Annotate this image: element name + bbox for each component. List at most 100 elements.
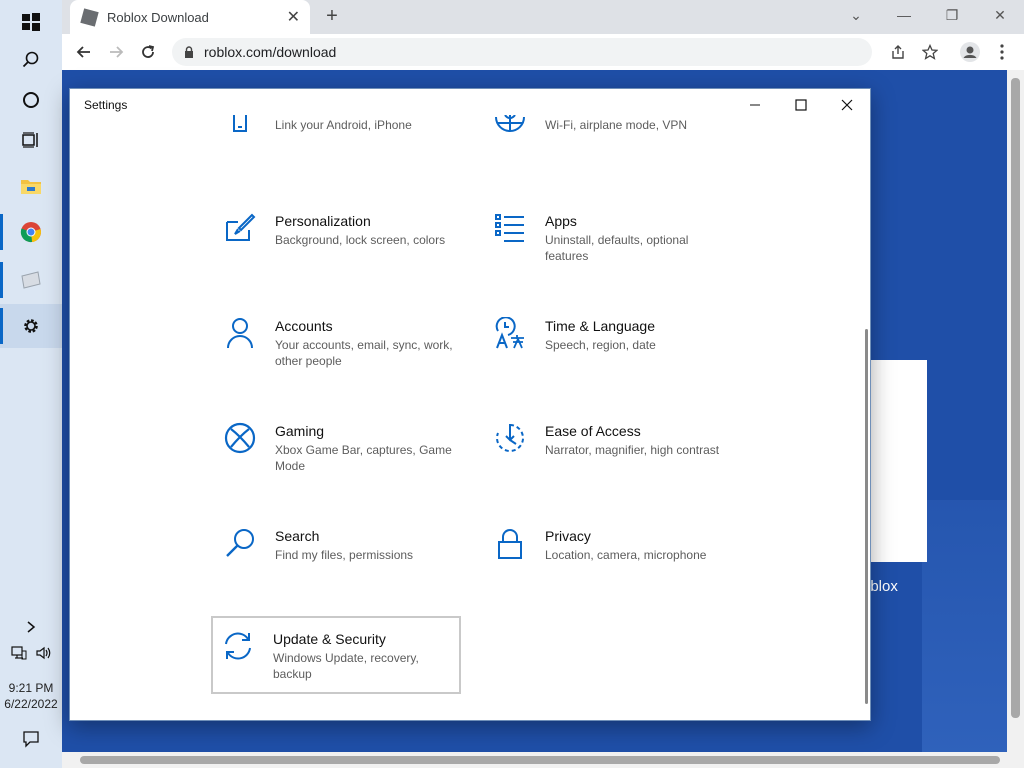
settings-item-privacy[interactable]: Privacy Location, camera, microphone <box>485 527 735 563</box>
globe-icon <box>495 115 525 132</box>
clock-time: 9:21 PM <box>8 681 54 695</box>
settings-button[interactable] <box>0 304 62 348</box>
settings-item-name: Time & Language <box>545 318 655 334</box>
settings-item-desc: Find my files, permissions <box>275 548 414 562</box>
notification-icon <box>23 731 39 748</box>
task-view-icon <box>22 132 38 148</box>
forward-arrow-icon <box>110 46 124 58</box>
network-icon[interactable] <box>11 645 27 661</box>
background-image <box>922 500 1007 752</box>
show-hidden-icons-button[interactable] <box>0 620 62 634</box>
share-button[interactable] <box>886 40 910 64</box>
action-center-button[interactable] <box>0 730 62 748</box>
settings-close-button[interactable] <box>824 89 870 121</box>
new-tab-button[interactable]: + <box>320 5 344 28</box>
cortana-button[interactable] <box>0 78 62 122</box>
settings-item-desc: Wi-Fi, airplane mode, VPN <box>545 118 688 132</box>
lock-icon[interactable] <box>184 46 194 58</box>
chrome-icon <box>20 222 41 243</box>
forward-button[interactable] <box>104 40 128 64</box>
roblox-installer-button[interactable] <box>0 258 62 302</box>
volume-icon[interactable] <box>35 645 51 661</box>
time-language-icon <box>495 317 524 349</box>
taskbar: 9:21 PM 6/22/2022 <box>0 0 62 768</box>
task-view-button[interactable] <box>0 118 62 162</box>
reload-button[interactable] <box>136 40 160 64</box>
settings-item-name: Search <box>275 528 320 544</box>
address-bar[interactable]: roblox.com/download <box>172 38 872 66</box>
profile-button[interactable] <box>958 40 982 64</box>
settings-item-search[interactable]: Search Find my files, permissions <box>215 527 465 563</box>
xbox-icon <box>224 422 256 454</box>
star-icon <box>922 44 938 60</box>
settings-item-network[interactable]: Wi-Fi, airplane mode, VPN <box>485 115 735 135</box>
settings-item-desc: Narrator, magnifier, high contrast <box>545 443 720 457</box>
close-icon <box>841 99 853 111</box>
settings-window: Settings Link your Android, iPhone Wi-Fi… <box>69 88 871 721</box>
page-horizontal-scrollbar[interactable] <box>62 752 1024 768</box>
settings-item-desc: Speech, region, date <box>545 338 656 352</box>
tab-roblox-download[interactable]: Roblox Download ✕ <box>70 0 310 34</box>
folder-icon <box>21 180 41 194</box>
kebab-menu-icon <box>1000 44 1004 60</box>
maximize-icon <box>795 99 807 111</box>
paintbrush-icon <box>226 213 256 241</box>
tab-search-chevron-icon[interactable]: ⌄ <box>832 0 880 30</box>
close-button[interactable]: ✕ <box>976 0 1024 30</box>
settings-item-name: Apps <box>545 213 577 229</box>
settings-item-desc: Background, lock screen, colors <box>275 233 446 247</box>
settings-scrollbar[interactable] <box>865 329 868 704</box>
tab-close-icon[interactable]: ✕ <box>287 7 300 27</box>
bookmark-button[interactable] <box>918 40 942 64</box>
settings-item-accounts[interactable]: Accounts Your accounts, email, sync, wor… <box>215 317 465 369</box>
search-button[interactable] <box>0 38 62 82</box>
settings-item-phone[interactable]: Link your Android, iPhone <box>215 115 465 135</box>
file-explorer-button[interactable] <box>0 164 62 208</box>
scrollbar-thumb[interactable] <box>1011 78 1020 718</box>
back-button[interactable] <box>72 40 96 64</box>
scrollbar-thumb[interactable] <box>80 756 1000 764</box>
back-arrow-icon <box>76 46 90 58</box>
settings-item-time-language[interactable]: Time & Language Speech, region, date <box>485 317 735 353</box>
tab-strip: Roblox Download ✕ + ⌄ — ❐ ✕ <box>62 0 1024 34</box>
restore-button[interactable]: ❐ <box>928 0 976 30</box>
download-card <box>870 360 927 562</box>
settings-item-ease-of-access[interactable]: Ease of Access Narrator, magnifier, high… <box>485 422 735 458</box>
apps-list-icon <box>495 214 524 242</box>
browser-menu-button[interactable] <box>990 40 1014 64</box>
search-icon <box>226 529 254 557</box>
url-text: roblox.com/download <box>204 44 337 60</box>
gear-icon <box>24 319 38 333</box>
roblox-favicon-icon <box>80 7 99 27</box>
settings-item-desc: Location, camera, microphone <box>545 548 707 562</box>
settings-item-update-security[interactable]: Update & Security Windows Update, recove… <box>211 616 461 694</box>
settings-item-name: Privacy <box>545 528 591 544</box>
ease-of-access-icon <box>496 424 524 452</box>
chevron-right-icon <box>27 621 36 633</box>
settings-window-controls <box>732 89 870 121</box>
settings-minimize-button[interactable] <box>732 89 778 121</box>
tab-title: Roblox Download <box>107 9 209 25</box>
browser-toolbar: roblox.com/download <box>62 34 1024 70</box>
settings-item-desc: Your accounts, email, sync, work, other … <box>275 338 453 368</box>
windows-logo-icon <box>22 13 40 31</box>
settings-item-name: Accounts <box>275 318 333 334</box>
page-vertical-scrollbar[interactable] <box>1007 70 1024 752</box>
settings-item-desc: Xbox Game Bar, captures, Game Mode <box>275 443 452 473</box>
settings-item-personalization[interactable]: Personalization Background, lock screen,… <box>215 212 465 248</box>
settings-item-apps[interactable]: Apps Uninstall, defaults, optional featu… <box>485 212 735 264</box>
phone-icon <box>233 115 247 132</box>
settings-item-gaming[interactable]: Gaming Xbox Game Bar, captures, Game Mod… <box>215 422 465 474</box>
settings-item-name: Gaming <box>275 423 325 439</box>
settings-maximize-button[interactable] <box>778 89 824 121</box>
browser-window-controls: ⌄ — ❐ ✕ <box>832 0 1024 34</box>
person-icon <box>227 318 253 349</box>
system-clock[interactable]: 9:21 PM 6/22/2022 <box>0 680 62 712</box>
avatar-icon <box>960 42 980 62</box>
chrome-button[interactable] <box>0 210 62 254</box>
share-icon <box>892 45 904 59</box>
sync-icon <box>225 632 251 660</box>
tray-icons <box>0 645 62 661</box>
cortana-circle-icon <box>23 92 39 108</box>
minimize-button[interactable]: — <box>880 0 928 30</box>
